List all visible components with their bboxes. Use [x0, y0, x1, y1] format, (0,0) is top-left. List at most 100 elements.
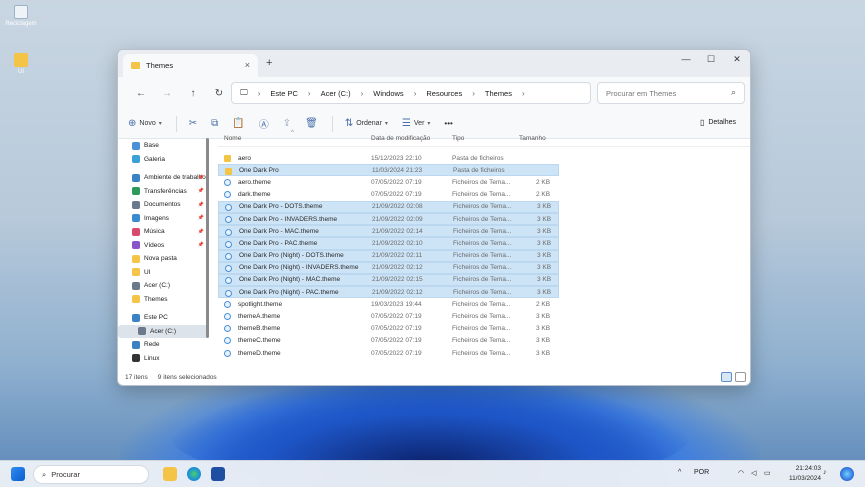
paste-button[interactable]: 📋: [232, 118, 244, 129]
file-explorer-taskbar-icon[interactable]: [163, 467, 177, 481]
sidebar-item[interactable]: Themes: [118, 293, 208, 307]
breadcrumb-este-pc[interactable]: Este PC: [270, 89, 298, 98]
sidebar-item[interactable]: Galeria: [118, 153, 208, 167]
desktop-icon-ui-folder[interactable]: UI: [1, 53, 41, 75]
sidebar-item-label: Documentos: [144, 201, 181, 209]
breadcrumb-acer-c[interactable]: Acer (C:): [321, 89, 351, 98]
language-indicator[interactable]: POR: [694, 469, 709, 476]
close-button[interactable]: ✕: [725, 54, 749, 65]
file-row[interactable]: dark.theme 07/05/2022 07:19 Ficheiros de T…: [218, 189, 559, 201]
file-row[interactable]: aero.theme 07/05/2022 07:19 Ficheiros de T…: [218, 176, 559, 188]
desktop-icon: [132, 173, 140, 182]
sort-button[interactable]: ⇅ Ordenar ▾: [345, 118, 388, 129]
file-row[interactable]: One Dark Pro - DOTS.theme 21/09/2022 02:0…: [218, 200, 559, 213]
column-header-date[interactable]: Data de modificação: [371, 135, 430, 142]
rename-button[interactable]: Ⓐ: [259, 116, 269, 131]
file-row[interactable]: One Dark Pro (Night) - PAC.theme 21/09/20…: [218, 286, 559, 299]
breadcrumb-themes[interactable]: Themes: [485, 89, 512, 98]
cut-button[interactable]: ✂: [189, 118, 197, 129]
sidebar-item[interactable]: Base: [118, 139, 208, 153]
edge-browser-icon[interactable]: [187, 467, 201, 481]
sidebar-item[interactable]: Ambiente de trabalho 📌: [118, 171, 208, 185]
file-name: One Dark Pro (Night) - PAC.theme: [239, 288, 339, 296]
desktop-icon-recycle-bin[interactable]: Reciclagem: [1, 5, 41, 27]
sort-label: Ordenar: [356, 120, 382, 127]
file-row[interactable]: aero 15/12/2023 22:10 Pasta de ficheiros: [218, 152, 559, 164]
forward-arrow-icon[interactable]: →: [154, 88, 180, 99]
navigation-pane-scrollbar[interactable]: [206, 138, 209, 338]
view-button[interactable]: ☰ Ver ▾: [402, 118, 431, 129]
share-button[interactable]: ⇪: [283, 118, 291, 129]
sidebar-item[interactable]: Linux: [118, 352, 208, 366]
address-bar[interactable]: 🖵 › Este PC › Acer (C:) › Windows › Reso…: [231, 82, 591, 104]
file-row[interactable]: One Dark Pro - INVADERS.theme 21/09/2022 …: [218, 212, 559, 226]
folder-icon: [131, 62, 140, 69]
start-button[interactable]: [11, 467, 25, 481]
file-row[interactable]: One Dark Pro 11/03/2024 21:23 Pasta de fic…: [218, 164, 559, 177]
column-header-size[interactable]: Tamanho: [519, 135, 546, 142]
chevron-right-icon: ›: [413, 88, 417, 98]
up-arrow-icon[interactable]: ↑: [180, 88, 206, 99]
file-row[interactable]: One Dark Pro - PAC.theme 21/09/2022 02:10…: [218, 237, 559, 250]
file-row[interactable]: themeA.theme 07/05/2022 07:19 Ficheiros de…: [218, 310, 559, 322]
file-row[interactable]: One Dark Pro (Night) - DOTS.theme 21/09/2…: [218, 249, 559, 262]
clock-time: 21:24:03: [795, 465, 821, 472]
taskbar-search[interactable]: ⌕ Procurar: [33, 465, 149, 484]
more-options-button[interactable]: •••: [444, 119, 452, 128]
notification-bell-icon[interactable]: ♪: [823, 469, 827, 476]
file-type: Ficheiros de Tema...: [452, 178, 511, 186]
column-header-type[interactable]: Tipo: [452, 135, 464, 142]
sidebar-item[interactable]: Música 📌: [118, 225, 208, 239]
copy-button[interactable]: ⧉: [211, 118, 218, 129]
file-size: 3 KB: [537, 215, 552, 223]
file-name: themeA.theme: [238, 313, 281, 321]
file-row[interactable]: One Dark Pro (Night) - MAC.theme 21/09/20…: [218, 273, 559, 287]
sidebar-item[interactable]: Nova pasta: [118, 252, 208, 266]
battery-icon[interactable]: ▭: [764, 469, 771, 477]
delete-button[interactable]: 🗑: [305, 118, 318, 129]
file-name: themeB.theme: [238, 325, 281, 333]
file-row[interactable]: spotlight.theme 19/03/2023 19:44 Ficheiros…: [218, 298, 559, 310]
pin-icon: 📌: [197, 228, 204, 235]
maximize-button[interactable]: ☐: [699, 54, 723, 65]
breadcrumb-resources[interactable]: Resources: [426, 89, 462, 98]
file-row[interactable]: themeB.theme 07/05/2022 07:19 Ficheiros de…: [218, 323, 559, 335]
file-type: Ficheiros de Tema...: [453, 203, 512, 211]
new-button[interactable]: ⊕ Novo ▾: [128, 118, 162, 129]
system-clock[interactable]: 21:24:03 11/03/2024: [789, 464, 821, 484]
tiles-view-button[interactable]: [735, 372, 746, 382]
file-row[interactable]: themeC.theme 07/05/2022 07:19 Ficheiros de…: [218, 335, 559, 347]
minimize-button[interactable]: —: [674, 54, 698, 64]
tab-themes[interactable]: Themes ×: [123, 54, 258, 77]
sidebar-item[interactable]: Acer (C:): [118, 279, 208, 293]
sidebar-item[interactable]: Documentos 📌: [118, 198, 208, 212]
search-input[interactable]: Procurar em Themes ⌕: [597, 82, 745, 104]
details-pane-button[interactable]: ▯ Detalhes: [700, 118, 736, 127]
sidebar-item[interactable]: Vídeos 📌: [118, 239, 208, 253]
volume-icon[interactable]: ◁: [751, 469, 756, 477]
store-icon[interactable]: [211, 467, 225, 481]
folder-icon: [132, 295, 140, 304]
sidebar-item[interactable]: Este PC: [118, 311, 208, 325]
file-row[interactable]: One Dark Pro (Night) - INVADERS.theme 21/…: [218, 261, 559, 274]
sidebar-item[interactable]: Transferências 📌: [118, 185, 208, 199]
file-row[interactable]: themeD.theme 07/05/2022 07:19 Ficheiros de…: [218, 347, 559, 359]
close-tab-icon[interactable]: ×: [245, 60, 250, 70]
wifi-icon[interactable]: ◠: [738, 469, 744, 477]
copilot-icon[interactable]: [840, 467, 854, 481]
sidebar-item[interactable]: Imagens 📌: [118, 212, 208, 226]
new-tab-button[interactable]: +: [266, 57, 272, 69]
back-arrow-icon[interactable]: ←: [128, 88, 154, 99]
file-type: Ficheiros de Tema...: [453, 227, 512, 235]
sidebar-item[interactable]: Acer (C:): [118, 324, 208, 338]
column-header-name[interactable]: Nome: [224, 135, 241, 142]
sidebar-item[interactable]: UI: [118, 266, 208, 280]
breadcrumb-windows[interactable]: Windows: [373, 89, 403, 98]
refresh-icon[interactable]: ↻: [206, 88, 232, 99]
file-row[interactable]: One Dark Pro - MAC.theme 21/09/2022 02:14…: [218, 225, 559, 238]
sidebar-item[interactable]: Rede: [118, 338, 208, 352]
chevron-up-icon[interactable]: ^: [678, 469, 681, 476]
file-date: 19/03/2023 19:44: [371, 300, 422, 308]
search-placeholder: Procurar em Themes: [606, 88, 677, 98]
details-view-button[interactable]: [721, 372, 732, 382]
